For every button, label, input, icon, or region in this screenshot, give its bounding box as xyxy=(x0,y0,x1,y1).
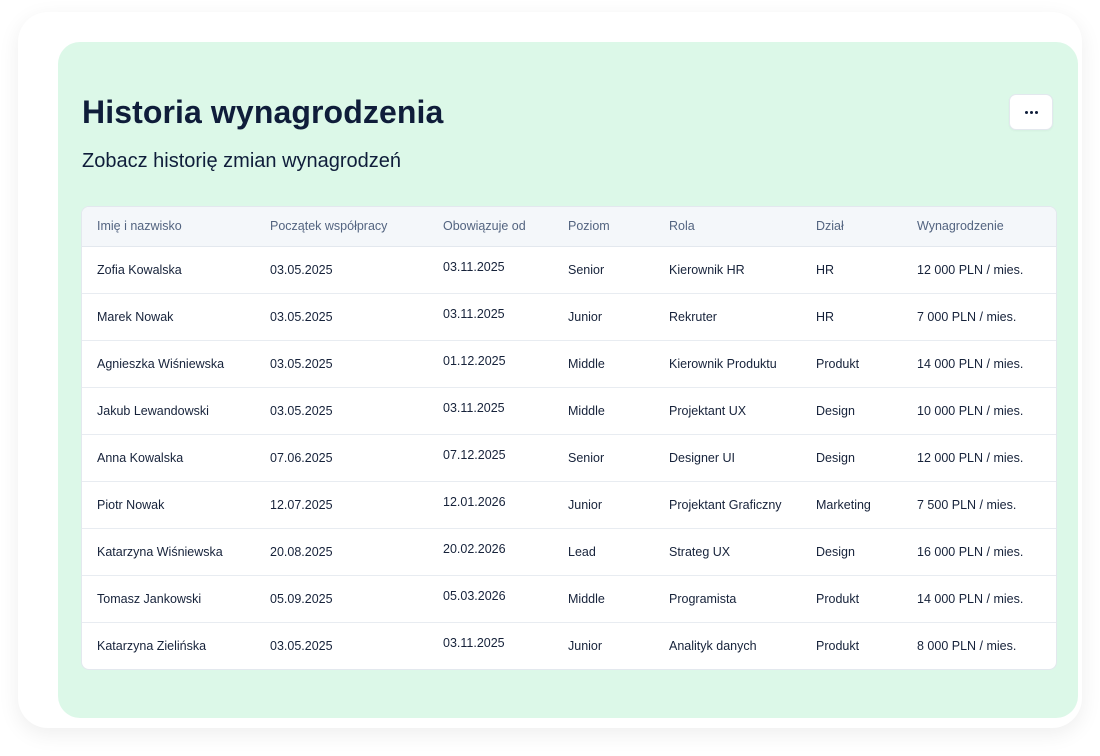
cell-effective-date: 03.11.2025 xyxy=(428,243,553,291)
table-row[interactable]: Katarzyna Zielińska 03.05.2025 03.11.2025 J… xyxy=(82,622,1056,669)
cell-salary: 16 000 PLN / mies. xyxy=(902,528,1056,576)
cell-name: Anna Kowalska xyxy=(82,434,255,482)
cell-name: Jakub Lewandowski xyxy=(82,387,255,435)
cell-level: Lead xyxy=(553,528,654,576)
cell-salary: 12 000 PLN / mies. xyxy=(902,246,1056,294)
cell-effective-date: 03.11.2025 xyxy=(428,290,553,338)
cell-start-date: 03.05.2025 xyxy=(255,387,428,435)
cell-start-date: 03.05.2025 xyxy=(255,293,428,341)
cell-department: Marketing xyxy=(801,481,902,529)
cell-role: Rekruter xyxy=(654,293,801,341)
cell-effective-date: 01.12.2025 xyxy=(428,337,553,385)
cell-role: Designer UI xyxy=(654,434,801,482)
salary-table: Imię i nazwisko Początek współpracy Obow… xyxy=(82,207,1056,669)
cell-start-date: 03.05.2025 xyxy=(270,638,333,653)
table-row[interactable]: Marek Nowak 03.05.2025 03.11.2025 Junior Rek… xyxy=(82,290,1056,341)
cell-start-date: 03.05.2025 xyxy=(255,340,428,388)
cell-start-date: 20.08.2025 xyxy=(255,528,428,576)
cell-name: Marek Nowak xyxy=(82,293,255,341)
salary-table-container: Imię i nazwisko Początek współpracy Obow… xyxy=(81,206,1057,670)
cell-effective-date: 05.03.2026 xyxy=(428,572,553,620)
cell-effective-date: 12.01.2026 xyxy=(428,478,553,526)
column-header-role[interactable]: Rola xyxy=(654,207,801,247)
cell-name: Agnieszka Wiśniewska xyxy=(82,340,255,388)
cell-department: HR xyxy=(801,246,902,294)
cell-level: Junior xyxy=(553,481,654,529)
cell-department: Produkt xyxy=(801,575,902,623)
cell-start-date: 07.06.2025 xyxy=(255,434,428,482)
column-header-department[interactable]: Dział xyxy=(801,207,902,247)
cell-department: HR xyxy=(801,293,902,341)
cell-salary: 7 500 PLN / mies. xyxy=(902,481,1056,529)
table-row[interactable]: Agnieszka Wiśniewska 03.05.2025 01.12.2025… xyxy=(82,337,1056,388)
table-row[interactable]: Tomasz Jankowski 05.09.2025 05.03.2026 Midd… xyxy=(82,572,1056,623)
cell-department: Design xyxy=(801,434,902,482)
cell-role: Kierownik Produktu xyxy=(654,340,801,388)
cell-department: Produkt xyxy=(816,638,860,653)
cell-start-date: 05.09.2025 xyxy=(255,575,428,623)
cell-level: Middle xyxy=(553,340,654,388)
column-header-name[interactable]: Imię i nazwisko xyxy=(82,207,255,247)
cell-role: Projektant Graficzny xyxy=(654,481,801,529)
page-subtitle: Zobacz historię zmian wynagrodzeń xyxy=(82,150,402,172)
cell-role: Strateg UX xyxy=(654,528,801,576)
cell-effective-date: 03.11.2025 xyxy=(428,384,553,432)
cell-role: Kierownik HR xyxy=(654,246,801,294)
table-row[interactable]: Katarzyna Wiśniewska 20.08.2025 20.02.2026… xyxy=(82,525,1056,576)
cell-salary: 7 000 PLN / mies. xyxy=(902,293,1056,341)
cell-start-date: 03.05.2025 xyxy=(255,246,428,294)
cell-role: Programista xyxy=(654,575,801,623)
cell-level: Junior xyxy=(553,293,654,341)
table-row[interactable]: Zofia Kowalska 03.05.2025 03.11.2025 Senior… xyxy=(82,243,1056,294)
cell-department: Produkt xyxy=(801,340,902,388)
cell-name: Katarzyna Zielińska xyxy=(97,638,207,653)
cell-salary: 14 000 PLN / mies. xyxy=(902,340,1056,388)
cell-salary: 10 000 PLN / mies. xyxy=(902,387,1056,435)
cell-department: Design xyxy=(801,387,902,435)
cell-role: Projektant UX xyxy=(654,387,801,435)
cell-effective-date: 07.12.2025 xyxy=(428,431,553,479)
column-header-start-date[interactable]: Początek współpracy xyxy=(255,207,428,247)
column-header-effective-date[interactable]: Obowiązuje od xyxy=(428,207,553,247)
cell-salary: 8 000 PLN / mies. xyxy=(917,638,1017,653)
cell-role: Analityk danych xyxy=(669,638,757,653)
table-row[interactable]: Piotr Nowak 12.07.2025 12.01.2026 Junior Pro… xyxy=(82,478,1056,529)
cell-name: Katarzyna Wiśniewska xyxy=(82,528,255,576)
cell-level: Middle xyxy=(553,387,654,435)
cell-name: Zofia Kowalska xyxy=(82,246,255,294)
cell-level: Middle xyxy=(553,575,654,623)
more-horizontal-icon xyxy=(1024,110,1038,114)
cell-salary: 12 000 PLN / mies. xyxy=(902,434,1056,482)
cell-level: Junior xyxy=(568,638,603,653)
table-row[interactable]: Anna Kowalska 07.06.2025 07.12.2025 Senior D… xyxy=(82,431,1056,482)
table-header-row: Imię i nazwisko Początek współpracy Obow… xyxy=(82,207,1056,247)
cell-name: Tomasz Jankowski xyxy=(82,575,255,623)
cell-name: Piotr Nowak xyxy=(82,481,255,529)
cell-start-date: 12.07.2025 xyxy=(255,481,428,529)
cell-level: Senior xyxy=(553,434,654,482)
salary-history-card: Historia wynagrodzenia Zobacz historię z… xyxy=(58,42,1078,718)
page-title: Historia wynagrodzenia xyxy=(82,94,444,130)
cell-level: Senior xyxy=(553,246,654,294)
column-header-salary[interactable]: Wynagrodzenie xyxy=(902,207,1056,247)
outer-frame: Historia wynagrodzenia Zobacz historię z… xyxy=(18,12,1082,728)
cell-salary: 14 000 PLN / mies. xyxy=(902,575,1056,623)
more-options-button[interactable] xyxy=(1009,94,1053,130)
cell-department: Design xyxy=(801,528,902,576)
table-row[interactable]: Jakub Lewandowski 03.05.2025 03.11.2025 Mid… xyxy=(82,384,1056,435)
cell-effective-date: 20.02.2026 xyxy=(428,525,553,573)
cell-effective-date: 03.11.2025 xyxy=(443,635,505,650)
column-header-level[interactable]: Poziom xyxy=(553,207,654,247)
